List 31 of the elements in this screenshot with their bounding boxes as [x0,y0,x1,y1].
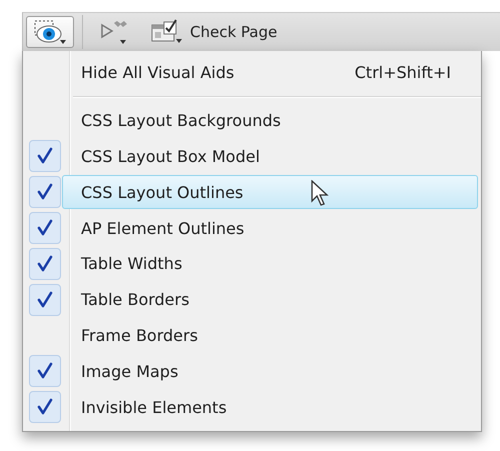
check-box[interactable] [29,355,61,388]
checkmark-icon [37,254,53,273]
check-box[interactable] [29,212,61,244]
checkmark-icon [37,183,53,202]
eye-icon [33,19,67,45]
mouse-cursor-icon [311,180,331,208]
check-page-button[interactable]: Check Page [143,16,284,48]
checkmark-icon [37,147,53,166]
menu-item-highlight[interactable] [62,175,478,210]
check-box[interactable] [29,284,61,316]
menu-item-label: Hide All Visual Aids [80,63,234,82]
check-box[interactable] [29,391,61,424]
check-box[interactable] [29,248,61,280]
menu-item-label: Image Maps [80,362,178,381]
menu-item-label: CSS Layout Backgrounds [80,111,281,130]
menu-item-label: Table Widths [80,254,182,274]
checkmark-icon [37,362,53,380]
check-box[interactable] [29,140,61,172]
menu-item-label: CSS Layout Box Model [80,146,260,166]
checkmark-icon [37,219,53,238]
menu-item-label: AP Element Outlines [80,218,244,238]
menu-item-label: Frame Borders [80,326,198,345]
checkmark-icon [37,398,53,416]
checkmark-icon [37,290,53,309]
shortcut-text: Ctrl+Shift+I [354,63,452,82]
menu-item-label: Table Borders [80,290,190,310]
menu-item[interactable]: Hide All Visual Aids Ctrl+Shift+I [23,55,481,91]
menu-item-label: Invisible Elements [80,398,227,417]
menu-item-label: CSS Layout Outlines [80,182,244,202]
visual-aids-button[interactable] [26,16,74,48]
check-box[interactable] [29,176,61,208]
